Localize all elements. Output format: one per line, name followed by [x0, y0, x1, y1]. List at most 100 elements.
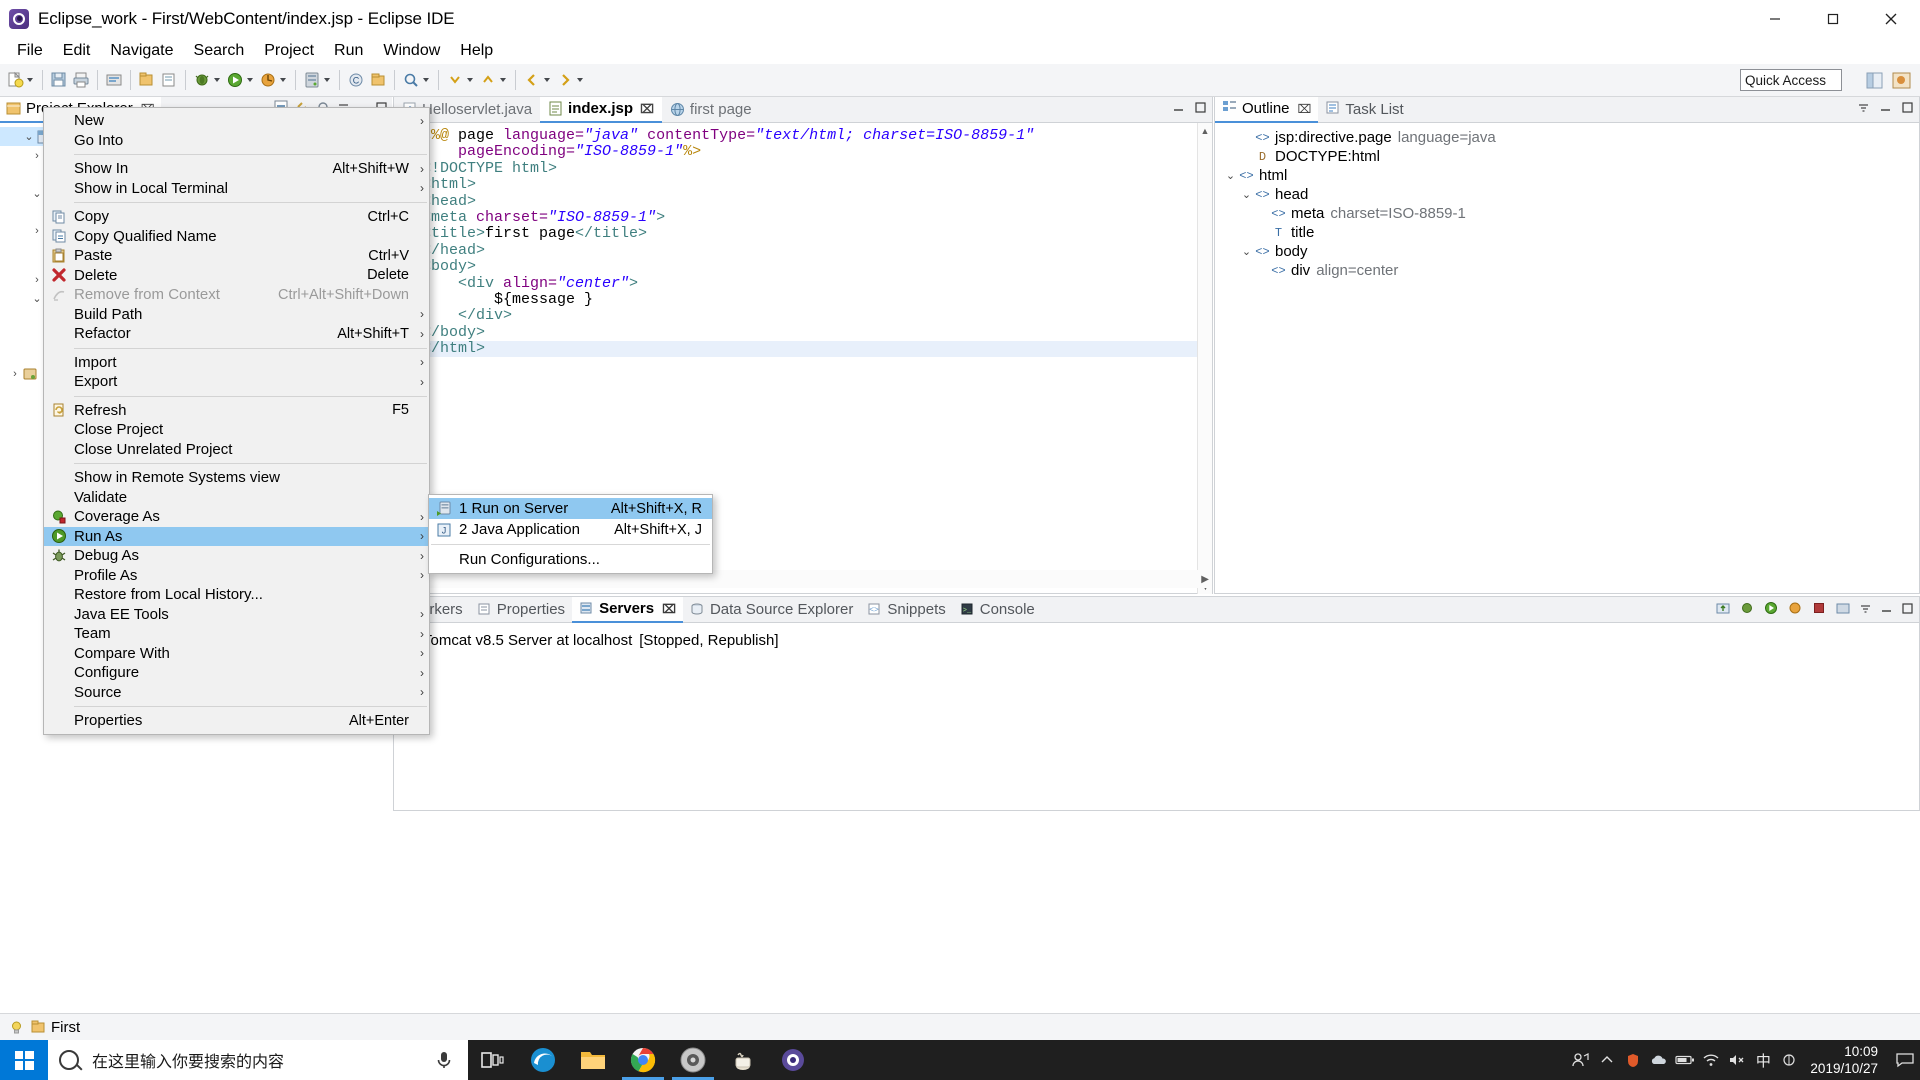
outline-tree-item[interactable]: ⌄ <> html	[1215, 166, 1919, 185]
menu-item-properties[interactable]: Properties Alt+Enter	[44, 711, 429, 731]
forward-dropdown-caret[interactable]	[577, 78, 583, 82]
menu-item-refactor[interactable]: Refactor Alt+Shift+T ›	[44, 324, 429, 344]
show-hidden-icons-icon[interactable]	[1594, 1040, 1620, 1080]
chevron-down-icon[interactable]: ⌄	[1239, 188, 1254, 201]
notifications-icon[interactable]	[1890, 1040, 1920, 1080]
server-dropdown-caret[interactable]	[324, 78, 330, 82]
tab-index-jsp[interactable]: index.jsp ⌧	[540, 96, 662, 123]
menu-item-source[interactable]: Source ›	[44, 683, 429, 703]
chevron-down-icon[interactable]: ⌄	[30, 292, 44, 305]
chrome-icon[interactable]	[618, 1040, 668, 1080]
chevron-down-icon[interactable]: ⌄	[1239, 245, 1254, 258]
menu-item-debug-as[interactable]: Debug As ›	[44, 546, 429, 566]
prev-annotation-button[interactable]	[477, 67, 510, 93]
menu-item-run-as[interactable]: Run As ›	[44, 526, 429, 546]
run-button[interactable]	[224, 67, 257, 93]
outline-tree-item[interactable]: ⌄ <> head	[1215, 185, 1919, 204]
prev-annotation-caret[interactable]	[500, 78, 506, 82]
server-button[interactable]	[301, 67, 334, 93]
new-dropdown-caret[interactable]	[27, 78, 33, 82]
minimize-button[interactable]	[1746, 0, 1804, 37]
menu-item-refresh[interactable]: Refresh F5	[44, 401, 429, 421]
menu-item-go-into[interactable]: Go Into	[44, 131, 429, 151]
menu-item-profile-as[interactable]: Profile As ›	[44, 566, 429, 586]
onedrive-icon[interactable]	[1646, 1040, 1672, 1080]
run-as-submenu[interactable]: 1 Run on Server Alt+Shift+X, R J 2 Java App…	[428, 494, 713, 574]
project-context-menu[interactable]: New › Go Into Show In Alt+Shift+W › Show in Lo…	[43, 107, 430, 735]
taskbar-clock[interactable]: 10:09 2019/10/27	[1802, 1040, 1890, 1080]
tab-properties[interactable]: Properties	[470, 597, 572, 623]
new-button[interactable]	[4, 67, 37, 93]
profile-dropdown-caret[interactable]	[280, 78, 286, 82]
close-button[interactable]	[1862, 0, 1920, 37]
scroll-up-icon[interactable]: ▲	[1198, 123, 1212, 138]
close-icon[interactable]: ⌧	[640, 102, 654, 116]
tab-console[interactable]: >_ Console	[953, 597, 1042, 623]
tab-first-page[interactable]: first page	[662, 97, 760, 123]
outline-tree-item[interactable]: <> jsp:directive.page language=java	[1215, 128, 1919, 147]
debug-dropdown-caret[interactable]	[214, 78, 220, 82]
microphone-icon[interactable]	[434, 1049, 454, 1071]
outline-tree-item[interactable]: Ttitle	[1215, 223, 1919, 242]
print-button[interactable]	[70, 67, 92, 93]
server-list-row[interactable]: Tomcat v8.5 Server at localhost [Stopped…	[394, 630, 1919, 651]
eclipse-icon[interactable]	[668, 1040, 718, 1080]
file-explorer-icon[interactable]	[568, 1040, 618, 1080]
chevron-right-icon[interactable]: ›	[30, 225, 44, 237]
eclipse2-icon[interactable]	[768, 1040, 818, 1080]
menu-navigate[interactable]: Navigate	[100, 39, 183, 63]
taskbar-search-box[interactable]: 在这里输入你要搜索的内容	[48, 1040, 468, 1080]
submenu-item-2-java-application[interactable]: J 2 Java Application Alt+Shift+X, J	[429, 519, 712, 540]
tab-task-list[interactable]: Task List	[1318, 97, 1410, 123]
resize-grip-icon[interactable]	[1632, 1022, 1640, 1030]
menu-project[interactable]: Project	[254, 39, 324, 63]
save-button[interactable]	[48, 67, 70, 93]
menu-item-restore-from-local-history[interactable]: Restore from Local History...	[44, 585, 429, 605]
menu-item-team[interactable]: Team ›	[44, 624, 429, 644]
menu-item-import[interactable]: Import ›	[44, 353, 429, 373]
safety-icon[interactable]	[1620, 1040, 1646, 1080]
chevron-right-icon[interactable]: ›	[30, 150, 44, 162]
chevron-down-icon[interactable]: ⌄	[1223, 169, 1238, 182]
back-dropdown-caret[interactable]	[544, 78, 550, 82]
task-view-icon[interactable]	[468, 1040, 518, 1080]
volume-mute-icon[interactable]	[1724, 1040, 1750, 1080]
menu-item-close-project[interactable]: Close Project	[44, 420, 429, 440]
battery-icon[interactable]	[1672, 1040, 1698, 1080]
ime-settings-icon[interactable]	[1776, 1040, 1802, 1080]
close-icon[interactable]: ⌧	[1298, 102, 1312, 116]
new-java-class-button[interactable]: C	[345, 67, 367, 93]
menu-window[interactable]: Window	[373, 39, 450, 63]
menu-file[interactable]: File	[7, 39, 53, 63]
debug-button[interactable]	[191, 67, 224, 93]
menu-item-copy[interactable]: Copy Ctrl+C	[44, 207, 429, 227]
editor-vertical-scrollbar[interactable]: ▲ ▼	[1197, 123, 1212, 594]
chevron-down-icon[interactable]: ⌄	[30, 187, 44, 200]
maximize-button[interactable]	[1804, 0, 1862, 37]
search-toolbar-button[interactable]	[400, 67, 433, 93]
tab-servers[interactable]: Servers ⌧	[572, 596, 683, 623]
menu-item-compare-with[interactable]: Compare With ›	[44, 644, 429, 664]
forward-button[interactable]	[554, 67, 587, 93]
menu-item-new[interactable]: New ›	[44, 111, 429, 131]
chevron-right-icon[interactable]: ›	[8, 368, 22, 380]
menu-item-show-in-local-terminal[interactable]: Show in Local Terminal ›	[44, 179, 429, 199]
tab-data-source-explorer[interactable]: Data Source Explorer	[683, 597, 860, 623]
run-dropdown-caret[interactable]	[247, 78, 253, 82]
menu-item-java-ee-tools[interactable]: Java EE Tools ›	[44, 605, 429, 625]
start-button[interactable]	[0, 1040, 48, 1080]
outline-tree-item[interactable]: <> div align=center	[1215, 261, 1919, 280]
menu-item-paste[interactable]: Paste Ctrl+V	[44, 246, 429, 266]
java-ee-perspective-button[interactable]	[1890, 69, 1914, 92]
chevron-right-icon[interactable]: ›	[30, 274, 44, 286]
submenu-item-run-configurations[interactable]: Run Configurations...	[429, 549, 712, 570]
new-folder-button[interactable]	[158, 67, 180, 93]
edge-icon[interactable]	[518, 1040, 568, 1080]
menu-run[interactable]: Run	[324, 39, 373, 63]
menu-edit[interactable]: Edit	[53, 39, 101, 63]
menu-item-show-in[interactable]: Show In Alt+Shift+W ›	[44, 159, 429, 179]
close-icon[interactable]: ⌧	[662, 602, 676, 616]
menu-item-show-in-remote-systems-view[interactable]: Show in Remote Systems view	[44, 468, 429, 488]
menu-help[interactable]: Help	[450, 39, 503, 63]
menu-item-delete[interactable]: Delete Delete	[44, 266, 429, 286]
